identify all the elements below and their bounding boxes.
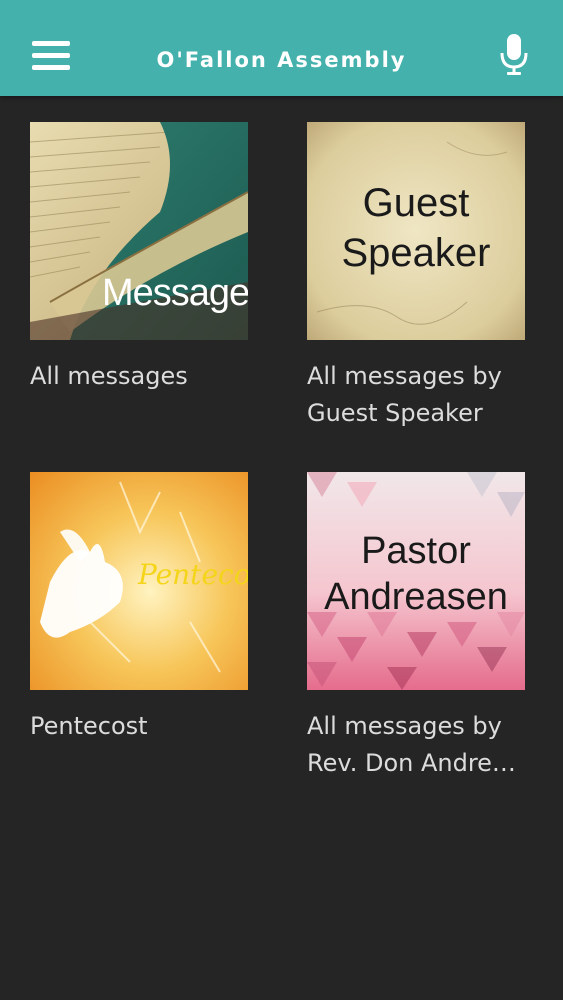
app-header: O'Fallon Assembly <box>0 0 563 96</box>
thumbnail-label: Message <box>102 272 248 314</box>
voice-search-button[interactable] <box>494 30 534 80</box>
series-card-pastor-andreasen[interactable]: Pastor Andreasen All messages by Rev. Do… <box>307 472 525 782</box>
series-card-pentecost[interactable]: Pentecost Pentecost <box>30 472 248 745</box>
caption-line: Rev. Don Andre… <box>307 749 516 777</box>
thumbnail-label: Pastor Andreasen <box>307 528 525 620</box>
series-thumbnail[interactable]: Pentecost <box>30 472 248 690</box>
thumbnail-label-line1: Guest <box>362 181 470 225</box>
series-card-guest-speaker[interactable]: Guest Speaker All messages by Guest Spea… <box>307 122 525 432</box>
series-thumbnail[interactable]: Message <box>30 122 248 340</box>
series-caption: All messages <box>30 358 260 395</box>
caption-line: Pentecost <box>30 712 148 740</box>
caption-line: Guest Speaker <box>307 399 483 427</box>
app-screen: O'Fallon Assembly Message All messages G… <box>0 0 563 1000</box>
thumbnail-label-line2: Speaker <box>341 231 491 275</box>
microphone-icon <box>500 34 528 75</box>
thumbnail-label: Guest Speaker <box>307 178 525 278</box>
thumbnail-label-line2: Andreasen <box>324 576 508 618</box>
series-caption: All messages by Guest Speaker <box>307 358 537 432</box>
series-card-all-messages[interactable]: Message All messages <box>30 122 248 395</box>
caption-line: All messages by <box>307 712 502 740</box>
series-thumbnail[interactable]: Guest Speaker <box>307 122 525 340</box>
app-title: O'Fallon Assembly <box>156 48 407 72</box>
thumbnail-label: Pentecost <box>138 558 248 591</box>
series-thumbnail[interactable]: Pastor Andreasen <box>307 472 525 690</box>
thumbnail-label-line1: Pastor <box>361 530 471 572</box>
caption-line: All messages by <box>307 362 502 390</box>
series-caption: Pentecost <box>30 708 260 745</box>
series-caption: All messages by Rev. Don Andre… <box>307 708 537 782</box>
caption-line: All messages <box>30 362 188 390</box>
